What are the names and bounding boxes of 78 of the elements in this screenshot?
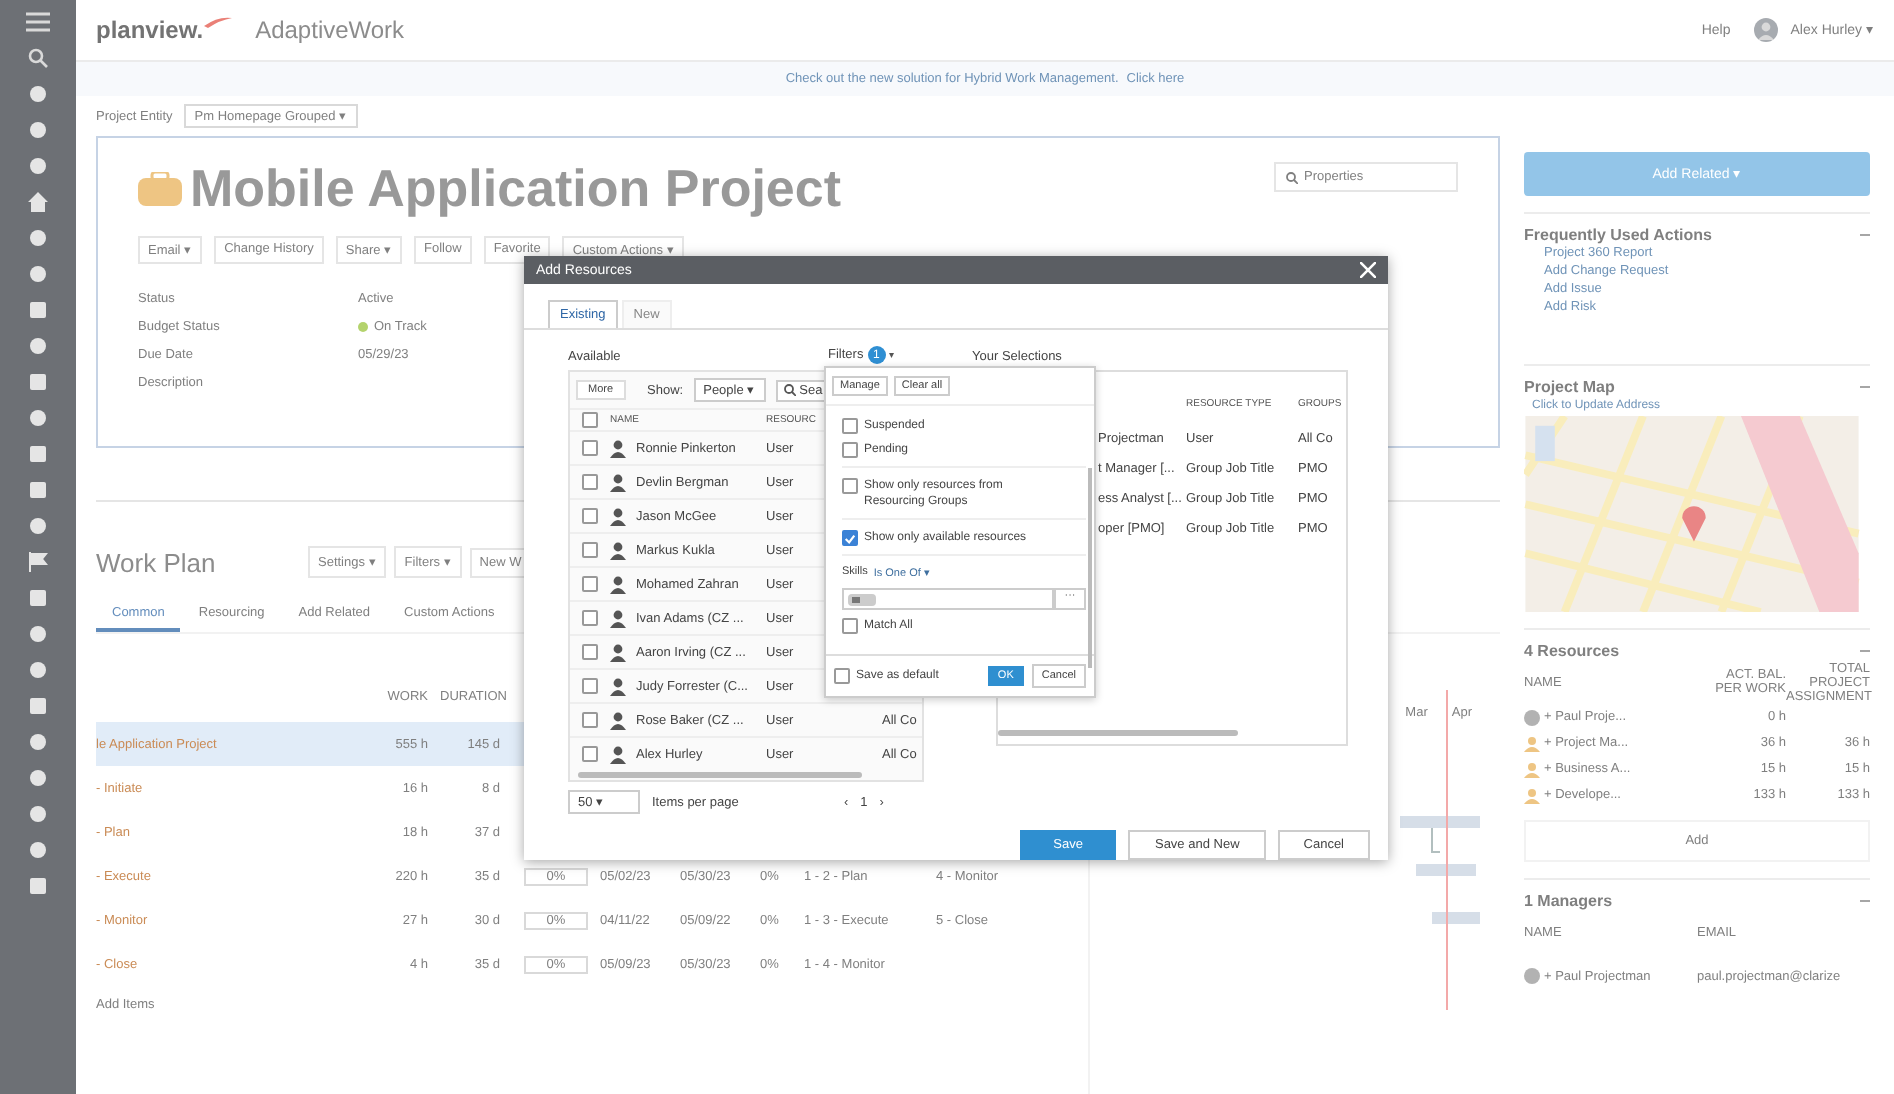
swoosh-icon — [203, 16, 232, 28]
checkbox[interactable] — [582, 440, 598, 456]
circle-icon — [28, 840, 48, 860]
square-icon — [28, 588, 48, 608]
person-icon — [610, 507, 626, 525]
checkbox[interactable] — [582, 610, 598, 626]
circle-icon — [28, 84, 48, 104]
checkbox[interactable] — [582, 508, 598, 524]
work-plan-title: Work Plan — [96, 547, 218, 577]
skills-field[interactable] — [842, 588, 1054, 610]
person-icon — [610, 541, 626, 559]
person-icon — [610, 745, 626, 763]
circle-icon — [28, 264, 48, 284]
checkbox[interactable] — [842, 478, 858, 494]
avatar-icon — [1754, 18, 1779, 42]
avatar-icon — [1524, 709, 1540, 725]
person-icon — [610, 677, 626, 695]
circle-icon — [28, 156, 48, 176]
person-icon — [610, 575, 626, 593]
section-title: Frequently Used Actions — [1524, 226, 1712, 244]
briefcase-icon — [138, 172, 182, 206]
person-icon — [1524, 787, 1540, 803]
circle-icon — [28, 660, 48, 680]
square-icon — [28, 876, 48, 896]
search-icon — [28, 48, 48, 68]
close-icon — [1360, 262, 1376, 278]
circle-icon — [28, 768, 48, 788]
person-icon — [610, 439, 626, 457]
checkbox[interactable] — [582, 712, 598, 728]
person-icon — [610, 609, 626, 627]
scrollbar[interactable] — [1088, 468, 1092, 668]
person-icon — [1524, 735, 1540, 751]
flag-icon — [28, 552, 48, 572]
scrollbar[interactable] — [998, 730, 1238, 736]
checkbox[interactable] — [842, 530, 858, 546]
logo[interactable]: planview. — [96, 16, 204, 44]
section-title: 4 Resources — [1524, 642, 1620, 660]
checkbox[interactable] — [582, 474, 598, 490]
checkbox[interactable] — [834, 668, 850, 684]
person-icon — [610, 643, 626, 661]
circle-icon — [28, 516, 48, 536]
square-icon — [28, 444, 48, 464]
square-icon — [28, 696, 48, 716]
square-icon — [28, 480, 48, 500]
avatar-icon — [1524, 968, 1540, 984]
checkbox[interactable] — [842, 418, 858, 434]
product-name: AdaptiveWork — [255, 16, 405, 44]
home-icon — [28, 192, 48, 212]
circle-icon — [28, 732, 48, 752]
circle-icon — [28, 408, 48, 428]
gantt-bars-drawing — [1400, 816, 1484, 928]
status-dot-icon — [358, 322, 368, 332]
checkbox[interactable] — [582, 678, 598, 694]
checkbox[interactable] — [582, 746, 598, 762]
person-icon — [610, 711, 626, 729]
person-icon — [1524, 761, 1540, 777]
circle-icon — [28, 804, 48, 824]
section-title: 1 Managers — [1524, 892, 1613, 910]
circle-icon — [28, 120, 48, 140]
checkbox[interactable] — [582, 576, 598, 592]
circle-icon — [28, 336, 48, 356]
circle-icon — [28, 228, 48, 248]
person-icon — [610, 473, 626, 491]
search-icon — [783, 384, 796, 396]
square-icon — [28, 372, 48, 392]
scrollbar[interactable] — [578, 772, 862, 778]
menu-icon — [26, 12, 50, 32]
checkbox[interactable] — [582, 644, 598, 660]
section-title: Project Map — [1524, 378, 1615, 396]
project-title: Mobile Application Project — [190, 158, 842, 220]
checkbox[interactable] — [582, 542, 598, 558]
circle-icon — [28, 624, 48, 644]
checkbox[interactable] — [842, 442, 858, 458]
square-icon — [28, 300, 48, 320]
search-icon — [1286, 171, 1298, 183]
checkbox[interactable] — [582, 412, 598, 428]
chip-icon — [848, 593, 876, 605]
checkbox[interactable] — [842, 618, 858, 634]
